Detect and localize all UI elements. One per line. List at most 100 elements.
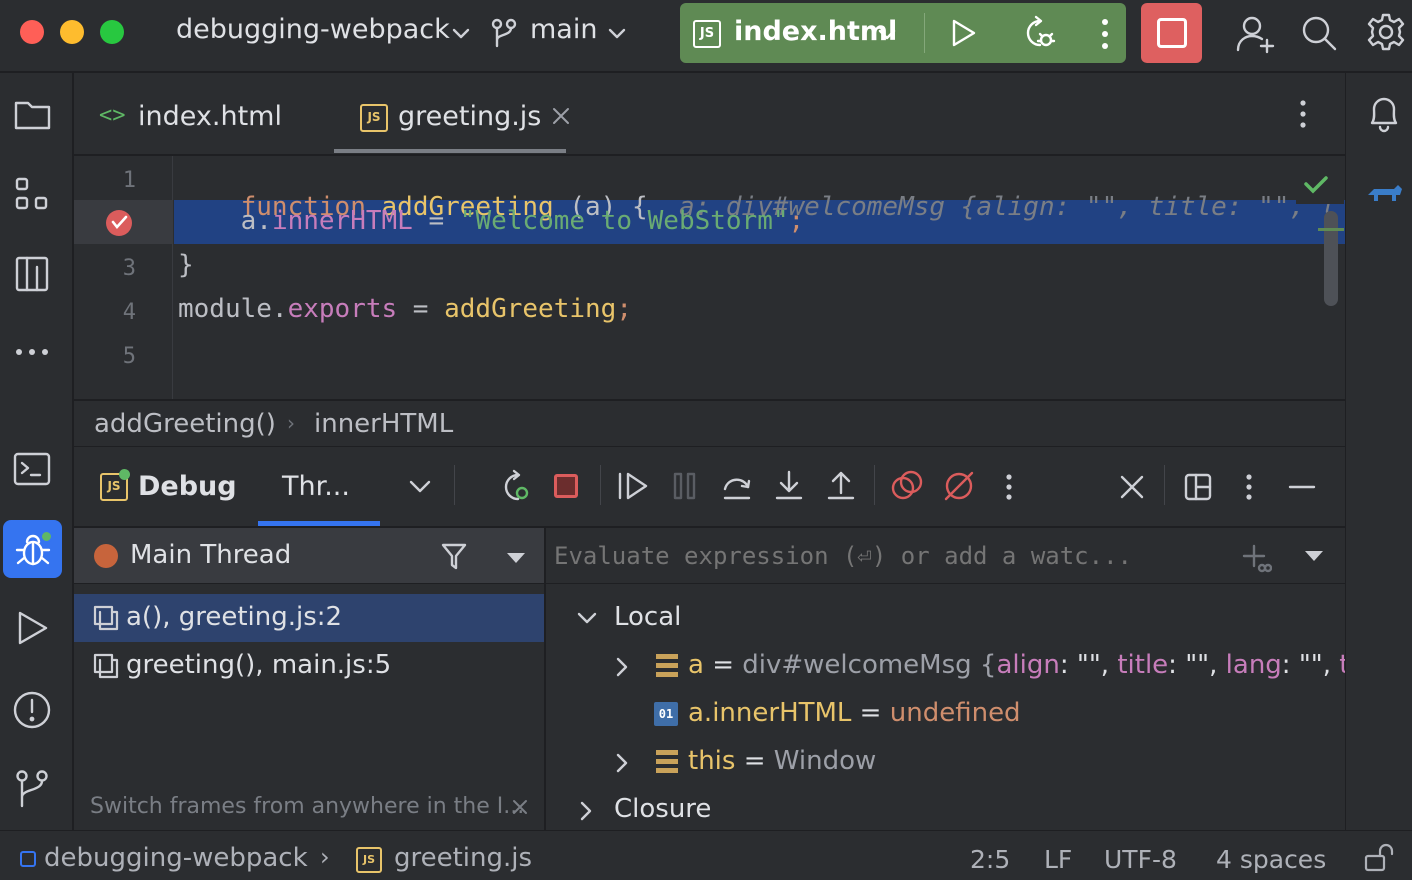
dropdown-arrow-icon[interactable] bbox=[1304, 550, 1324, 562]
git-icon[interactable] bbox=[14, 769, 50, 809]
line-number: 5 bbox=[122, 344, 136, 369]
project-selector[interactable]: debugging-webpack bbox=[176, 14, 450, 45]
problems-icon[interactable] bbox=[12, 690, 52, 730]
status-project[interactable]: debugging-webpack bbox=[44, 843, 308, 873]
inspection-status[interactable] bbox=[1296, 166, 1344, 204]
minimize-window-button[interactable] bbox=[60, 20, 84, 44]
variable-a[interactable]: a = div#welcomeMsg {align: "", title: ""… bbox=[688, 650, 1345, 680]
run-config-selector[interactable]: index.html bbox=[734, 16, 897, 47]
evaluate-input[interactable] bbox=[554, 536, 1194, 576]
variable-value: Window bbox=[773, 746, 877, 776]
structure-icon[interactable] bbox=[14, 176, 50, 212]
close-window-button[interactable] bbox=[20, 20, 44, 44]
status-position[interactable]: 2:5 bbox=[970, 845, 1010, 874]
variable-this[interactable]: this = Window bbox=[688, 746, 876, 776]
step-into-icon[interactable] bbox=[774, 469, 804, 501]
variable-innerhtml[interactable]: a.innerHTML = undefined bbox=[688, 698, 1021, 728]
project-icon[interactable] bbox=[14, 99, 52, 131]
code-line-3: } bbox=[178, 250, 194, 280]
gutter: 1 3 4 5 bbox=[74, 156, 173, 399]
chevron-down-icon[interactable] bbox=[408, 475, 432, 497]
thread-selector[interactable]: Main Thread bbox=[74, 528, 544, 584]
filter-icon[interactable] bbox=[440, 542, 468, 570]
status-encoding[interactable]: UTF-8 bbox=[1104, 845, 1177, 874]
right-tool-strip bbox=[1345, 73, 1412, 830]
run-icon[interactable] bbox=[14, 609, 50, 647]
running-indicator bbox=[119, 469, 130, 480]
code-editor[interactable]: 1 3 4 5 function addGreeting (a) { a: di… bbox=[74, 156, 1345, 399]
identifier: a bbox=[240, 206, 257, 236]
running-indicator bbox=[40, 530, 53, 543]
status-line-separator[interactable]: LF bbox=[1044, 845, 1072, 874]
branch-selector[interactable]: main bbox=[530, 14, 597, 45]
tab-debug[interactable]: Debug bbox=[138, 471, 237, 502]
editor-scrollbar[interactable] bbox=[1324, 211, 1338, 306]
title-bar: debugging-webpack main JS index.html bbox=[0, 0, 1412, 72]
rerun-icon[interactable] bbox=[496, 469, 532, 505]
more-icon[interactable] bbox=[14, 347, 50, 357]
string: "Welcome to WebStorm" bbox=[459, 206, 789, 236]
resume-icon[interactable] bbox=[616, 471, 650, 501]
view-breakpoints-icon[interactable] bbox=[890, 469, 924, 503]
variable-name: this bbox=[688, 746, 736, 776]
stop-button[interactable] bbox=[1141, 3, 1202, 63]
editor-tabs: <> index.html JS greeting.js bbox=[74, 73, 1345, 155]
step-over-icon[interactable] bbox=[722, 471, 752, 501]
dropdown-arrow-icon[interactable] bbox=[506, 552, 526, 564]
stop-icon[interactable] bbox=[554, 474, 578, 498]
notifications-icon[interactable] bbox=[1366, 93, 1402, 133]
field-key: align bbox=[996, 650, 1060, 680]
chevron-down-icon[interactable] bbox=[576, 608, 598, 628]
status-indent[interactable]: 4 spaces bbox=[1216, 845, 1326, 874]
punct: . bbox=[256, 206, 272, 236]
more-icon[interactable] bbox=[1244, 473, 1254, 501]
list-item[interactable]: greeting(), main.js:5 bbox=[74, 642, 544, 690]
breakpoint-icon[interactable] bbox=[106, 210, 132, 236]
field-key: trar bbox=[1339, 650, 1345, 680]
run-icon[interactable] bbox=[948, 17, 978, 49]
tab-threads[interactable]: Thr... bbox=[282, 471, 350, 502]
search-icon[interactable] bbox=[1300, 14, 1338, 52]
frame-label: a(), greeting.js:2 bbox=[126, 602, 343, 632]
chevron-right-icon[interactable] bbox=[614, 752, 630, 774]
debug-tool-button[interactable] bbox=[3, 520, 62, 578]
scope-local[interactable]: Local bbox=[614, 602, 681, 632]
terminal-icon[interactable] bbox=[12, 451, 52, 487]
settings-icon[interactable] bbox=[1366, 12, 1406, 52]
chevron-down-icon[interactable] bbox=[606, 22, 628, 44]
operator: = bbox=[397, 294, 445, 324]
list-item[interactable]: a(), greeting.js:2 bbox=[74, 594, 544, 642]
close-icon[interactable] bbox=[512, 799, 528, 815]
tab-index-html[interactable]: <> index.html bbox=[74, 73, 329, 155]
chevron-right-icon[interactable] bbox=[578, 800, 594, 822]
chevron-down-icon[interactable] bbox=[876, 23, 898, 45]
breadcrumb-property[interactable]: innerHTML bbox=[314, 409, 453, 439]
step-out-icon[interactable] bbox=[826, 469, 856, 501]
lock-open-icon[interactable] bbox=[1364, 843, 1394, 873]
add-watch-icon[interactable] bbox=[1242, 544, 1272, 574]
tab-greeting-js[interactable]: JS greeting.js bbox=[334, 73, 586, 155]
chevron-down-icon[interactable] bbox=[450, 22, 472, 44]
status-file[interactable]: greeting.js bbox=[394, 843, 532, 873]
frames-hint: Switch frames from anywhere in the I... bbox=[90, 794, 525, 819]
zoom-window-button[interactable] bbox=[100, 20, 124, 44]
more-icon[interactable] bbox=[1100, 17, 1110, 51]
run-config-name: index.html bbox=[734, 16, 898, 47]
chevron-right-icon[interactable] bbox=[614, 656, 630, 678]
more-icon[interactable] bbox=[1004, 473, 1014, 501]
mute-breakpoints-icon[interactable] bbox=[942, 469, 976, 503]
add-user-icon[interactable] bbox=[1236, 14, 1276, 54]
close-icon[interactable] bbox=[552, 107, 570, 125]
rerun-debug-icon[interactable] bbox=[1016, 15, 1056, 51]
pause-icon[interactable] bbox=[672, 471, 698, 501]
more-icon[interactable] bbox=[1298, 99, 1308, 129]
ai-assistant-icon[interactable] bbox=[1366, 181, 1404, 205]
scope-closure[interactable]: Closure bbox=[614, 794, 711, 824]
breadcrumb-function[interactable]: addGreeting() bbox=[94, 409, 276, 439]
branch-icon bbox=[490, 18, 518, 48]
bookmarks-icon[interactable] bbox=[14, 255, 50, 293]
minimize-icon[interactable] bbox=[1288, 485, 1316, 489]
layout-icon[interactable] bbox=[1184, 473, 1212, 501]
equals: = bbox=[703, 650, 743, 680]
close-icon[interactable] bbox=[1120, 475, 1144, 499]
